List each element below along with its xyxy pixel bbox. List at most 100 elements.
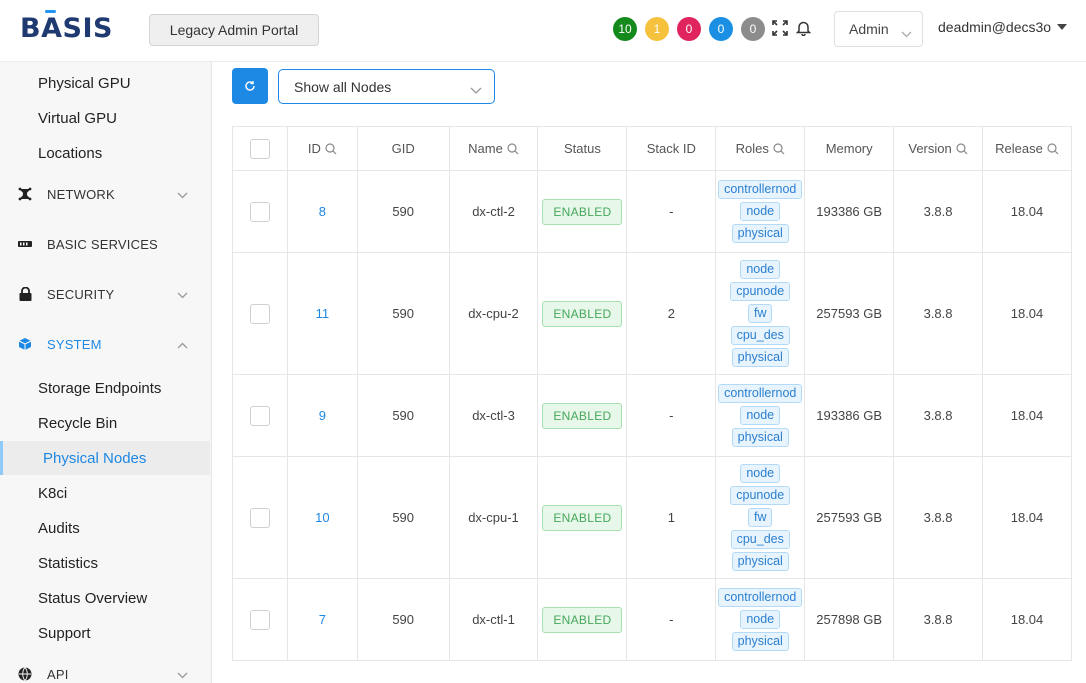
cell-id: 9 — [286, 374, 358, 457]
cell-gid: 590 — [356, 170, 450, 253]
sidebar-section-basic-services[interactable]: BASIC SERVICES — [0, 227, 210, 261]
column-label: Release — [995, 141, 1043, 156]
basis-logo[interactable]: BASIS — [20, 10, 113, 45]
column-header-stack-id[interactable]: Stack ID — [626, 126, 717, 171]
cell-version: 3.8.8 — [893, 252, 984, 375]
sidebar-item-status-overview[interactable]: Status Overview — [0, 581, 210, 615]
cell-roles: controllernod node physical — [715, 578, 806, 661]
cell-status: ENABLED — [537, 374, 628, 457]
refresh-button[interactable] — [232, 68, 268, 104]
sidebar-item-physical-nodes[interactable]: Physical Nodes — [0, 441, 210, 475]
cell-name: dx-ctl-3 — [448, 374, 539, 457]
badge-blue[interactable]: 0 — [709, 17, 733, 41]
cell-name: dx-cpu-1 — [448, 456, 539, 579]
legacy-admin-portal-button[interactable]: Legacy Admin Portal — [149, 14, 319, 46]
column-header-name[interactable]: Name — [448, 126, 539, 171]
search-icon[interactable] — [325, 142, 337, 155]
sidebar-section-label: SYSTEM — [47, 336, 102, 352]
sidebar-section-label: API — [47, 666, 69, 682]
cell-roles: node cpunode fw cpu_des physical — [715, 252, 806, 375]
role-tag: physical — [731, 224, 789, 243]
chevron-down-icon — [177, 667, 188, 682]
badge-red[interactable]: 0 — [677, 17, 701, 41]
sidebar-item-locations[interactable]: Locations — [0, 136, 210, 170]
sidebar-item-virtual-gpu[interactable]: Virtual GPU — [0, 101, 210, 135]
column-header-memory[interactable]: Memory — [804, 126, 895, 171]
sidebar-item-statistics[interactable]: Statistics — [0, 546, 210, 580]
basic-services-icon — [17, 236, 33, 252]
roles-list: controllernod node physical — [716, 588, 804, 651]
node-id-link[interactable]: 8 — [319, 204, 326, 219]
sidebar-item-recycle-bin[interactable]: Recycle Bin — [0, 406, 210, 440]
roles-list: node cpunode fw cpu_des physical — [716, 260, 804, 367]
badge-yellow[interactable]: 1 — [645, 17, 669, 41]
row-checkbox[interactable] — [249, 507, 270, 528]
sidebar-item-storage-endpoints[interactable]: Storage Endpoints — [0, 371, 210, 405]
table-row[interactable]: 9 590 dx-ctl-3 ENABLED - controllernod n… — [232, 374, 1072, 457]
sidebar-section-api[interactable]: API — [0, 657, 210, 683]
table-row[interactable]: 7 590 dx-ctl-1 ENABLED - controllernod n… — [232, 578, 1072, 661]
badge-green[interactable]: 10 — [613, 17, 637, 41]
sidebar-item-audits[interactable]: Audits — [0, 511, 210, 545]
role-select[interactable]: Admin — [834, 11, 923, 47]
bell-icon[interactable] — [794, 19, 812, 37]
refresh-icon — [245, 81, 255, 91]
row-checkbox[interactable] — [249, 303, 270, 324]
role-tag: controllernod — [718, 588, 803, 607]
column-header-gid[interactable]: GID — [356, 126, 450, 171]
sidebar-section-security[interactable]: SECURITY — [0, 277, 210, 311]
column-header-version[interactable]: Version — [893, 126, 984, 171]
roles-list: node cpunode fw cpu_des physical — [716, 464, 804, 571]
row-checkbox[interactable] — [249, 609, 270, 630]
search-icon[interactable] — [773, 142, 785, 155]
row-select-cell — [232, 456, 288, 579]
column-header-status[interactable]: Status — [537, 126, 628, 171]
search-icon[interactable] — [956, 142, 968, 155]
fullscreen-icon[interactable] — [771, 19, 789, 37]
table-row[interactable]: 8 590 dx-ctl-2 ENABLED - controllernod n… — [232, 170, 1072, 253]
cell-roles: controllernod node physical — [715, 374, 806, 457]
role-tag: physical — [731, 552, 789, 571]
cell-status: ENABLED — [537, 170, 628, 253]
role-tag: physical — [731, 348, 789, 367]
column-header-release[interactable]: Release — [982, 126, 1072, 171]
row-checkbox[interactable] — [249, 201, 270, 222]
select-all-checkbox[interactable] — [249, 138, 270, 159]
badge-grey[interactable]: 0 — [741, 17, 765, 41]
node-filter-select[interactable]: Show all Nodes — [278, 69, 495, 104]
role-tag: physical — [731, 632, 789, 651]
role-select-value: Admin — [849, 21, 889, 37]
node-id-link[interactable]: 9 — [319, 408, 326, 423]
role-tag: cpu_des — [730, 530, 790, 549]
column-label: ID — [307, 141, 321, 156]
notification-badges: 10 1 0 0 0 — [613, 17, 765, 41]
cell-memory: 193386 GB — [804, 170, 895, 253]
table-row[interactable]: 11 590 dx-cpu-2 ENABLED 2 node cpunode f… — [232, 252, 1072, 375]
sidebar-section-network[interactable]: NETWORK — [0, 177, 210, 211]
chevron-down-icon — [470, 82, 482, 98]
row-checkbox[interactable] — [249, 405, 270, 426]
sidebar-section-label: NETWORK — [47, 186, 115, 202]
cell-stack-id: 2 — [626, 252, 717, 375]
sidebar-item-physical-gpu[interactable]: Physical GPU — [0, 66, 210, 100]
cell-id: 11 — [286, 252, 358, 375]
role-tag: controllernod — [718, 384, 803, 403]
cell-release: 18.04 — [982, 456, 1072, 579]
cell-id: 8 — [286, 170, 358, 253]
column-label: Status — [563, 141, 601, 156]
table-row[interactable]: 10 590 dx-cpu-1 ENABLED 1 node cpunode f… — [232, 456, 1072, 579]
user-menu[interactable]: deadmin@decs3o — [938, 19, 1068, 35]
sidebar-section-system[interactable]: SYSTEM — [0, 327, 210, 361]
column-header-roles[interactable]: Roles — [715, 126, 806, 171]
column-header-id[interactable]: ID — [286, 126, 358, 171]
roles-list: controllernod node physical — [716, 180, 804, 243]
sidebar-item-k8ci[interactable]: K8ci — [0, 476, 210, 510]
role-tag: node — [740, 464, 781, 483]
node-id-link[interactable]: 7 — [319, 612, 326, 627]
sidebar-item-support[interactable]: Support — [0, 616, 210, 650]
node-id-link[interactable]: 11 — [316, 306, 330, 321]
search-icon[interactable] — [507, 142, 519, 155]
search-icon[interactable] — [1047, 142, 1059, 155]
row-select-cell — [232, 252, 288, 375]
node-id-link[interactable]: 10 — [315, 510, 329, 525]
